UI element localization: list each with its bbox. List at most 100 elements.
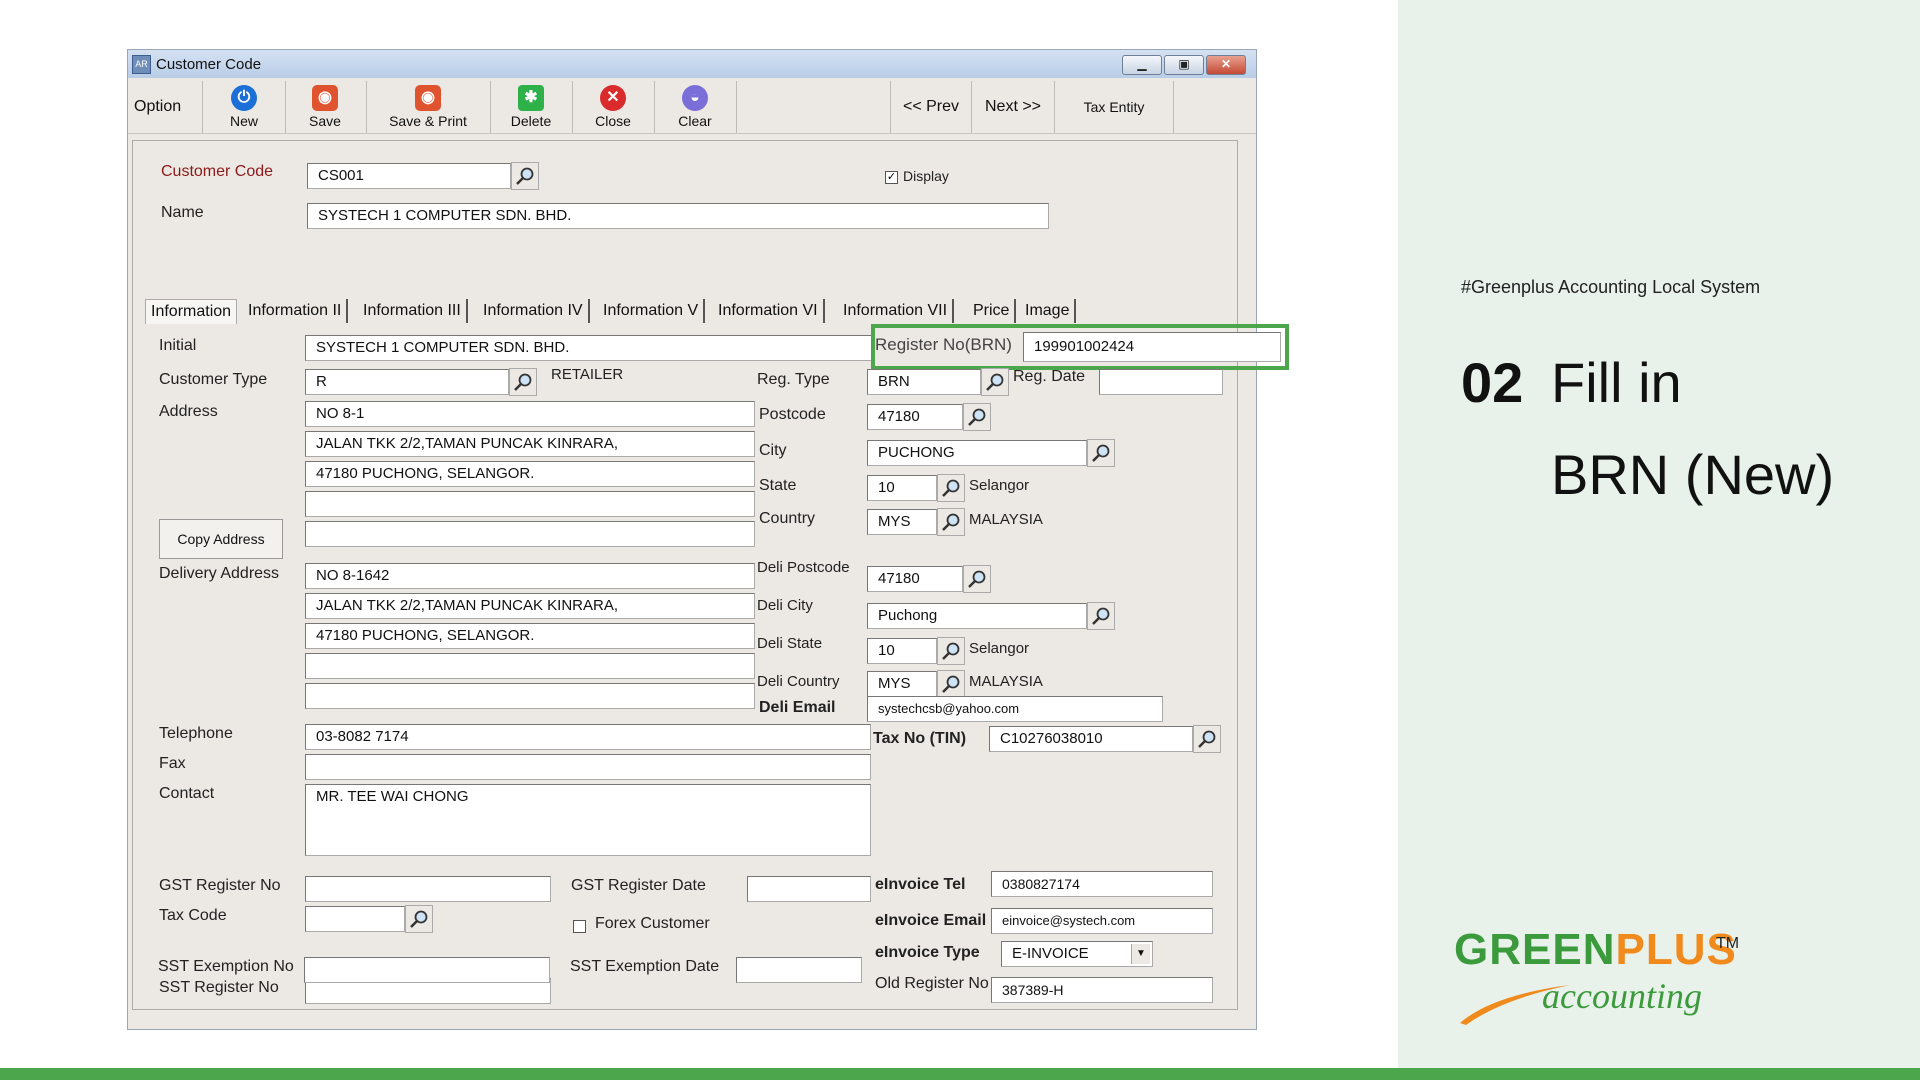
tab-image[interactable]: Image: [1020, 299, 1077, 323]
customer-type-input[interactable]: R: [305, 369, 509, 395]
address-line-2[interactable]: JALAN TKK 2/2,TAMAN PUNCAK KINRARA,: [305, 431, 755, 457]
reg-type-label: Reg. Type: [757, 371, 830, 388]
window-titlebar[interactable]: AR Customer Code ▁ ▣ ✕: [128, 50, 1256, 78]
copy-address-button[interactable]: Copy Address: [159, 519, 283, 559]
gst-reg-date-input[interactable]: [747, 876, 871, 902]
search-icon: [514, 373, 532, 391]
address-line-5[interactable]: [305, 521, 755, 547]
gst-reg-no-input[interactable]: [305, 876, 551, 902]
customer-code-input[interactable]: CS001: [307, 163, 511, 189]
state-lookup[interactable]: [937, 474, 965, 502]
customer-code-lookup[interactable]: [511, 162, 539, 190]
sst-exemp-no-input[interactable]: [304, 957, 550, 983]
old-reg-input[interactable]: 387389-H: [991, 977, 1213, 1003]
city-input[interactable]: PUCHONG: [867, 440, 1087, 466]
tab-information-vii[interactable]: Information VII: [838, 299, 955, 323]
tax-code-lookup[interactable]: [405, 905, 433, 933]
telephone-input[interactable]: 03-8082 7174: [305, 724, 871, 750]
deli-country-code-input[interactable]: MYS: [867, 671, 937, 697]
close-button[interactable]: ✕ Close: [572, 81, 655, 133]
new-button[interactable]: ⏻ New: [202, 81, 286, 133]
tab-information-iii[interactable]: Information III: [358, 299, 468, 323]
postcode-lookup[interactable]: [963, 403, 991, 431]
eraser-icon: ◒: [682, 85, 708, 111]
forex-checkbox[interactable]: [573, 920, 586, 933]
reg-type-input[interactable]: BRN: [867, 369, 981, 395]
initial-label: Initial: [159, 337, 197, 354]
country-lookup[interactable]: [937, 508, 965, 536]
customer-type-desc: RETAILER: [551, 366, 624, 383]
register-no-input[interactable]: 199901002424: [1023, 332, 1281, 362]
tab-price[interactable]: Price: [968, 299, 1017, 323]
delivery-address-line-1[interactable]: NO 8-1642: [305, 563, 755, 589]
address-line-4[interactable]: [305, 491, 755, 517]
deli-postcode-input[interactable]: 47180: [867, 566, 963, 592]
clear-button[interactable]: ◒ Clear: [654, 81, 737, 133]
customer-type-lookup[interactable]: [509, 368, 537, 396]
sst-exemp-date-input[interactable]: [736, 957, 862, 983]
forex-label: Forex Customer: [595, 915, 710, 932]
delivery-address-line-5[interactable]: [305, 683, 755, 709]
einv-type-select[interactable]: E-INVOICE ▼: [1001, 941, 1153, 967]
chevron-down-icon[interactable]: ▼: [1131, 944, 1150, 964]
einv-tel-input[interactable]: 0380827174: [991, 871, 1213, 897]
tab-information[interactable]: Information: [145, 299, 238, 324]
tax-entity-button[interactable]: Tax Entity: [1054, 81, 1174, 133]
einv-email-label: eInvoice Email: [875, 912, 987, 929]
deli-postcode-lookup[interactable]: [963, 565, 991, 593]
deli-city-lookup[interactable]: [1087, 602, 1115, 630]
tax-code-input[interactable]: [305, 906, 405, 932]
search-icon: [942, 479, 960, 497]
slide-side-panel: [1398, 0, 1920, 1068]
initial-input[interactable]: SYSTECH 1 COMPUTER SDN. BHD.: [305, 335, 873, 361]
country-code-input[interactable]: MYS: [867, 509, 937, 535]
deli-city-label: Deli City: [757, 597, 813, 614]
prev-button[interactable]: << Prev: [890, 81, 972, 133]
tax-no-label: Tax No (TIN): [873, 730, 967, 747]
reg-type-lookup[interactable]: [981, 368, 1009, 396]
postcode-input[interactable]: 47180: [867, 404, 963, 430]
delivery-address-line-4[interactable]: [305, 653, 755, 679]
deli-country-lookup[interactable]: [937, 670, 965, 698]
minimize-icon: ▁: [1137, 57, 1147, 71]
deli-city-input[interactable]: Puchong: [867, 603, 1087, 629]
search-icon: [410, 910, 428, 928]
tax-no-lookup[interactable]: [1193, 725, 1221, 753]
delete-button[interactable]: ✱ Delete: [490, 81, 573, 133]
fax-input[interactable]: [305, 754, 871, 780]
option-menu[interactable]: Option: [134, 98, 181, 116]
delivery-address-line-2[interactable]: JALAN TKK 2/2,TAMAN PUNCAK KINRARA,: [305, 593, 755, 619]
tab-information-ii[interactable]: Information II: [243, 299, 349, 323]
tab-information-v[interactable]: Information V: [598, 299, 706, 323]
einv-type-label: eInvoice Type: [875, 944, 980, 961]
state-code-input[interactable]: 10: [867, 475, 937, 501]
delete-icon: ✱: [518, 85, 544, 111]
save-button[interactable]: ◉ Save: [284, 81, 367, 133]
step-number: 02: [1461, 351, 1524, 414]
search-icon: [516, 167, 534, 185]
tab-information-vi[interactable]: Information VI: [713, 299, 825, 323]
next-button[interactable]: Next >>: [971, 81, 1055, 133]
delivery-address-line-3[interactable]: 47180 PUCHONG, SELANGOR.: [305, 623, 755, 649]
deli-state-code-input[interactable]: 10: [867, 638, 937, 664]
tab-information-iv[interactable]: Information IV: [478, 299, 590, 323]
einv-type-value: E-INVOICE: [1012, 945, 1089, 962]
address-line-1[interactable]: NO 8-1: [305, 401, 755, 427]
deli-state-lookup[interactable]: [937, 637, 965, 665]
address-line-3[interactable]: 47180 PUCHONG, SELANGOR.: [305, 461, 755, 487]
minimize-button[interactable]: ▁: [1122, 55, 1162, 75]
display-checkbox[interactable]: ✓: [885, 171, 898, 184]
address-label: Address: [159, 403, 218, 420]
name-input[interactable]: SYSTECH 1 COMPUTER SDN. BHD.: [307, 203, 1049, 229]
contact-input[interactable]: MR. TEE WAI CHONG: [305, 784, 871, 856]
close-window-button[interactable]: ✕: [1206, 55, 1246, 75]
einv-email-input[interactable]: einvoice@systech.com: [991, 908, 1213, 934]
save-print-button[interactable]: ◉ Save & Print: [366, 81, 491, 133]
deli-country-name: MALAYSIA: [969, 673, 1043, 690]
city-lookup[interactable]: [1087, 439, 1115, 467]
reg-date-input[interactable]: [1099, 369, 1223, 395]
deli-state-name: Selangor: [969, 640, 1030, 657]
maximize-button[interactable]: ▣: [1164, 55, 1204, 75]
tax-no-input[interactable]: C10276038010: [989, 726, 1193, 752]
deli-email-input[interactable]: systechcsb@yahoo.com: [867, 696, 1163, 722]
